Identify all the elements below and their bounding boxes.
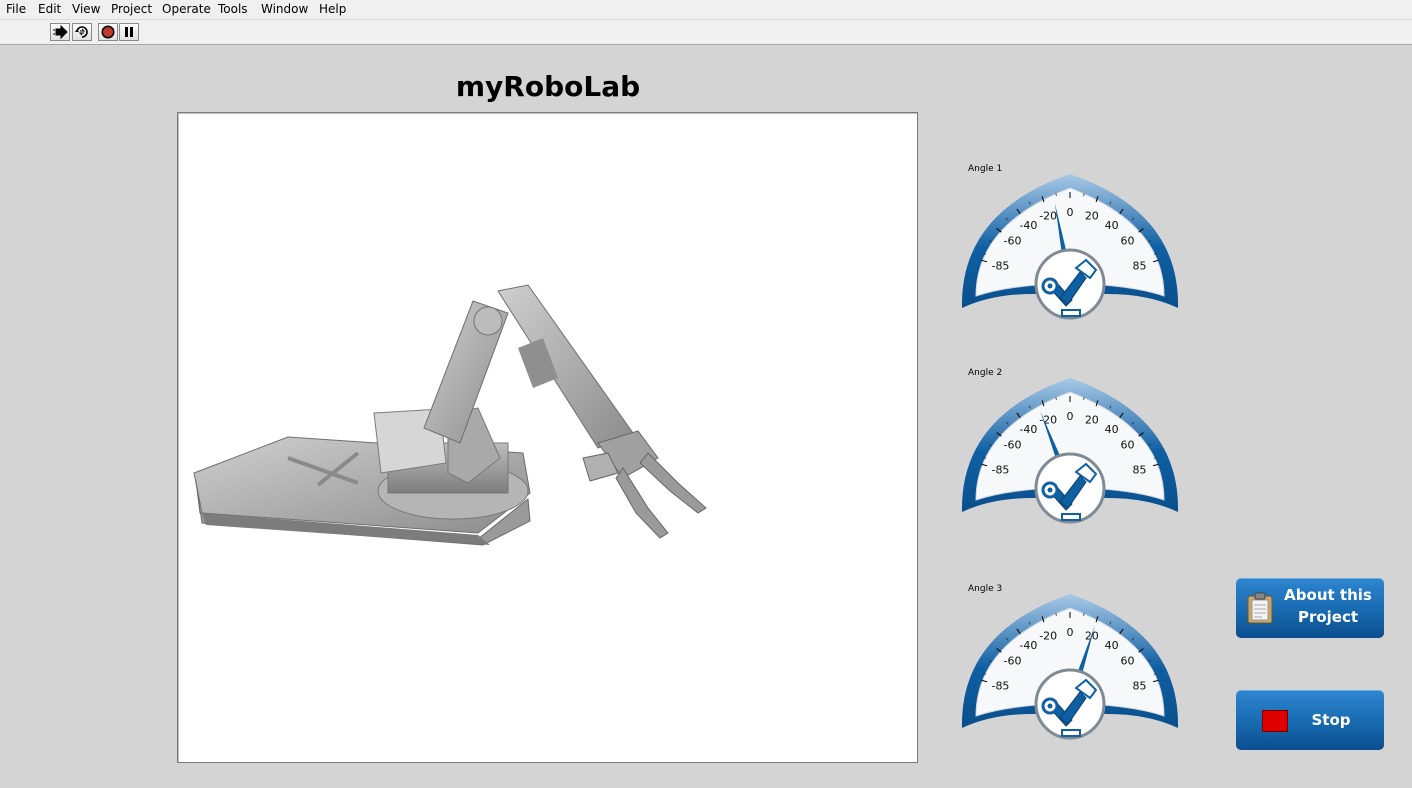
- menu-file[interactable]: File: [6, 2, 26, 16]
- menu-operate[interactable]: Operate: [162, 2, 211, 16]
- about-label-line1: About this: [1284, 586, 1372, 604]
- page-title: myRoboLab: [455, 70, 641, 103]
- about-label-line2: Project: [1297, 608, 1359, 626]
- about-project-button[interactable]: About this Project: [1236, 578, 1384, 638]
- toolbar: [0, 20, 1412, 45]
- gauge-tick-label: -40: [1019, 639, 1037, 652]
- gauge-tick-label: 20: [1085, 209, 1099, 222]
- menu-view[interactable]: View: [72, 2, 100, 16]
- gauge-tick-label: 40: [1105, 423, 1119, 436]
- gauge-tick-label: 40: [1105, 639, 1119, 652]
- gauge-tick-label: 60: [1120, 439, 1134, 452]
- gauge-tick-label: -60: [1004, 439, 1022, 452]
- gauge-tick-label: 60: [1120, 655, 1134, 668]
- angle-1-gauge[interactable]: -85 -60 -40-20 0 20 4060 85: [958, 172, 1182, 322]
- angle-3-gauge[interactable]: -85-60-40-20020406085: [958, 592, 1182, 742]
- gauge-tick-label: -85: [991, 463, 1009, 476]
- gauge-tick-label: 20: [1085, 413, 1099, 426]
- menu-project[interactable]: Project: [111, 2, 152, 16]
- gauge-tick-label: 0: [1067, 206, 1074, 219]
- menu-tools[interactable]: Tools: [218, 2, 248, 16]
- abort-stop-icon: [101, 25, 115, 39]
- gauge-tick-label: 85: [1133, 679, 1147, 692]
- menu-help[interactable]: Help: [319, 2, 346, 16]
- gauge-tick-label: -85: [991, 259, 1009, 272]
- stop-label: Stop: [1311, 711, 1351, 729]
- pause-button[interactable]: [119, 23, 139, 41]
- pause-icon: [125, 27, 133, 37]
- run-continuously-icon: [75, 26, 88, 38]
- stop-button[interactable]: Stop: [1236, 690, 1384, 750]
- run-button[interactable]: [50, 23, 70, 41]
- gauge-tick-label: 0: [1067, 626, 1074, 639]
- run-arrow-icon: [53, 25, 68, 39]
- clipboard-icon: [1247, 592, 1273, 624]
- robot-3d-viewport[interactable]: [177, 112, 918, 763]
- gauge-tick-label: 85: [1133, 259, 1147, 272]
- abort-button[interactable]: [98, 23, 118, 41]
- gauge-tick-label: 85: [1133, 463, 1147, 476]
- gauge-tick-label: -40: [1019, 219, 1037, 232]
- angle-2-gauge[interactable]: -85-60-40-20 0 20406085: [958, 376, 1182, 526]
- gauge-tick-label: -60: [1004, 235, 1022, 248]
- gauge-tick-label: -40: [1019, 423, 1037, 436]
- gauge-tick-label: 0: [1067, 410, 1074, 423]
- menu-edit[interactable]: Edit: [38, 2, 61, 16]
- menu-bar: File Edit View Project Operate Tools Win…: [0, 0, 1412, 20]
- gauge-tick-label: -20: [1039, 209, 1057, 222]
- gauge-tick-label: -20: [1039, 629, 1057, 642]
- gauge-tick-label: -85: [991, 679, 1009, 692]
- stop-square-icon: [1262, 710, 1288, 732]
- gauge-tick-label: 40: [1105, 219, 1119, 232]
- gauge-tick-label: -60: [1004, 655, 1022, 668]
- robot-arm-render: [193, 284, 707, 546]
- run-continuously-button[interactable]: [72, 23, 92, 41]
- gauge-tick-label: 60: [1120, 235, 1134, 248]
- menu-window[interactable]: Window: [261, 2, 308, 16]
